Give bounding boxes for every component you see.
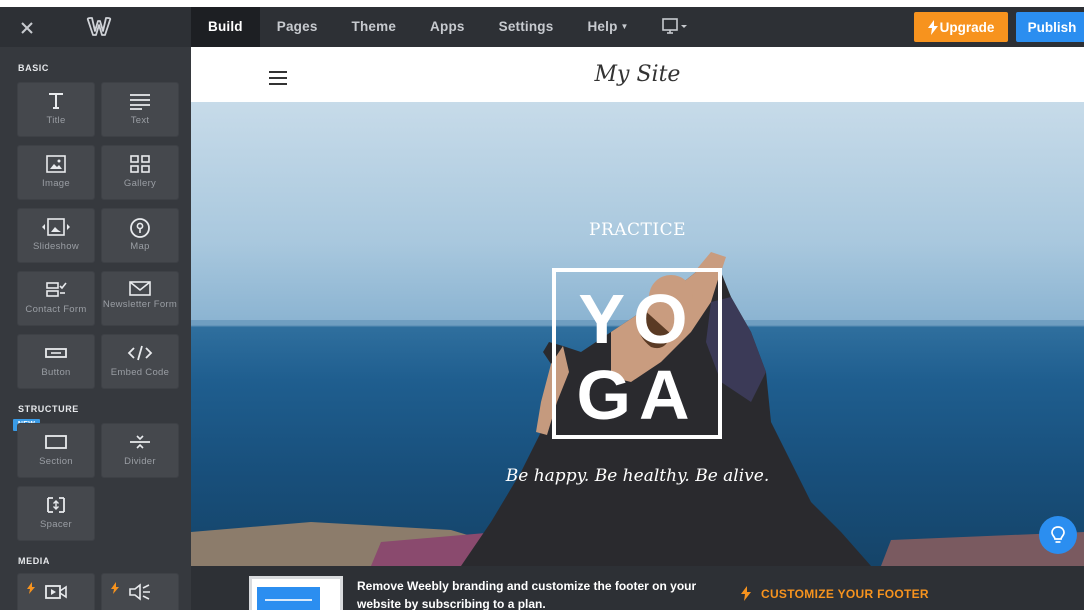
customize-footer-label: CUSTOMIZE YOUR FOOTER xyxy=(761,586,929,601)
element-button[interactable]: Button xyxy=(18,335,94,388)
hero-title-line-1: YO xyxy=(578,280,696,358)
element-slideshow-label: Slideshow xyxy=(32,241,79,252)
upgrade-button[interactable]: Upgrade xyxy=(914,12,1008,42)
nav-tab-build-label: Build xyxy=(208,19,243,34)
element-map[interactable]: Map xyxy=(102,209,178,262)
element-audio[interactable] xyxy=(102,574,178,610)
nav-tab-help[interactable]: Help ▼ xyxy=(570,7,645,47)
section-label-structure: STRUCTURE xyxy=(18,404,79,414)
nav-tab-pages-label: Pages xyxy=(276,19,318,34)
element-newsletter-form-label: Newsletter Form xyxy=(102,299,178,310)
section-label-media: MEDIA xyxy=(18,556,50,566)
code-brackets-icon xyxy=(127,345,153,361)
footer-upsell-bar: Remove Weebly branding and customize the… xyxy=(191,566,1084,610)
element-gallery-label: Gallery xyxy=(123,178,157,189)
hero-kicker: PRACTICE xyxy=(589,220,686,240)
element-spacer[interactable]: Spacer xyxy=(18,487,94,540)
element-newsletter-form[interactable]: Newsletter Form xyxy=(102,272,178,325)
site-title[interactable]: My Site xyxy=(191,62,1084,87)
upsell-message: Remove Weebly branding and customize the… xyxy=(357,579,697,610)
hero-title-line-2: GA xyxy=(576,356,698,434)
spacer-icon xyxy=(47,497,65,513)
slideshow-icon xyxy=(42,218,70,236)
nav-tab-theme-label: Theme xyxy=(351,19,397,34)
element-divider[interactable]: Divider xyxy=(102,424,178,477)
element-spacer-label: Spacer xyxy=(40,519,72,530)
elements-sidebar: BASIC Title Text Image Gallery Slideshow… xyxy=(0,47,191,610)
hero-title-box: YO GA xyxy=(552,268,722,439)
premium-bolt-icon xyxy=(111,582,119,594)
nav-tab-theme[interactable]: Theme xyxy=(335,7,414,47)
main-nav: Build Pages Theme Apps Settings Help ▼ xyxy=(191,7,646,47)
element-section-label: Section xyxy=(39,456,73,467)
hero-banner[interactable]: PRACTICE YO GA Be happy. Be healthy. Be … xyxy=(191,102,1084,566)
element-text[interactable]: Text xyxy=(102,83,178,136)
nav-tab-apps[interactable]: Apps xyxy=(413,7,482,47)
nav-tab-pages[interactable]: Pages xyxy=(260,7,335,47)
close-icon[interactable] xyxy=(14,15,40,41)
title-text-icon xyxy=(49,93,63,109)
nav-tab-apps-label: Apps xyxy=(430,19,465,34)
hero-tagline: Be happy. Be healthy. Be alive. xyxy=(505,466,770,486)
element-image-label: Image xyxy=(42,178,70,189)
section-label-basic: BASIC xyxy=(18,63,50,73)
nav-tab-settings[interactable]: Settings xyxy=(482,7,571,47)
customize-footer-link[interactable]: CUSTOMIZE YOUR FOOTER xyxy=(741,586,929,601)
site-header: My Site xyxy=(191,47,1084,102)
publish-button-label: Publish xyxy=(1027,19,1077,35)
nav-tab-settings-label: Settings xyxy=(498,19,554,34)
divider-icon xyxy=(130,435,150,449)
weebly-logo-icon[interactable] xyxy=(84,14,112,40)
footer-preview-thumbnail xyxy=(249,576,343,610)
element-embed-code-label: Embed Code xyxy=(110,367,170,378)
element-contact-form[interactable]: Contact Form xyxy=(18,272,94,325)
desktop-monitor-icon[interactable] xyxy=(660,16,690,38)
upgrade-button-label: Upgrade xyxy=(939,19,995,35)
contact-form-icon xyxy=(46,282,67,297)
section-icon xyxy=(45,435,67,449)
element-video[interactable] xyxy=(18,574,94,610)
element-title-label: Title xyxy=(46,115,66,126)
publish-button[interactable]: Publish xyxy=(1016,12,1084,42)
premium-bolt-icon xyxy=(27,582,35,594)
text-paragraph-icon xyxy=(130,94,150,110)
nav-tab-help-label: Help xyxy=(587,19,618,34)
image-icon xyxy=(46,155,66,173)
gallery-grid-icon xyxy=(130,155,150,173)
element-text-label: Text xyxy=(130,115,150,126)
element-map-label: Map xyxy=(130,241,150,252)
element-gallery[interactable]: Gallery xyxy=(102,146,178,199)
help-lightbulb-button[interactable] xyxy=(1039,516,1077,554)
element-embed-code[interactable]: Embed Code xyxy=(102,335,178,388)
nav-tab-build[interactable]: Build xyxy=(191,7,260,47)
video-icon xyxy=(45,585,67,599)
map-pin-icon xyxy=(130,218,150,238)
lightbulb-icon xyxy=(1051,526,1065,543)
element-title[interactable]: Title xyxy=(18,83,94,136)
element-image[interactable]: Image xyxy=(18,146,94,199)
button-element-icon xyxy=(45,348,67,358)
editor-topbar: Build Pages Theme Apps Settings Help ▼ Up… xyxy=(0,7,1084,47)
lightning-bolt-icon xyxy=(927,19,938,35)
chevron-down-icon: ▼ xyxy=(620,22,629,31)
envelope-icon xyxy=(129,281,151,296)
element-slideshow[interactable]: Slideshow xyxy=(18,209,94,262)
element-contact-form-label: Contact Form xyxy=(25,304,87,315)
element-button-label: Button xyxy=(41,367,71,378)
element-divider-label: Divider xyxy=(124,456,156,467)
element-section[interactable]: Section xyxy=(18,424,94,477)
lightning-bolt-icon xyxy=(741,586,751,601)
audio-speaker-icon xyxy=(129,583,150,601)
footer-preview-block xyxy=(257,587,320,610)
